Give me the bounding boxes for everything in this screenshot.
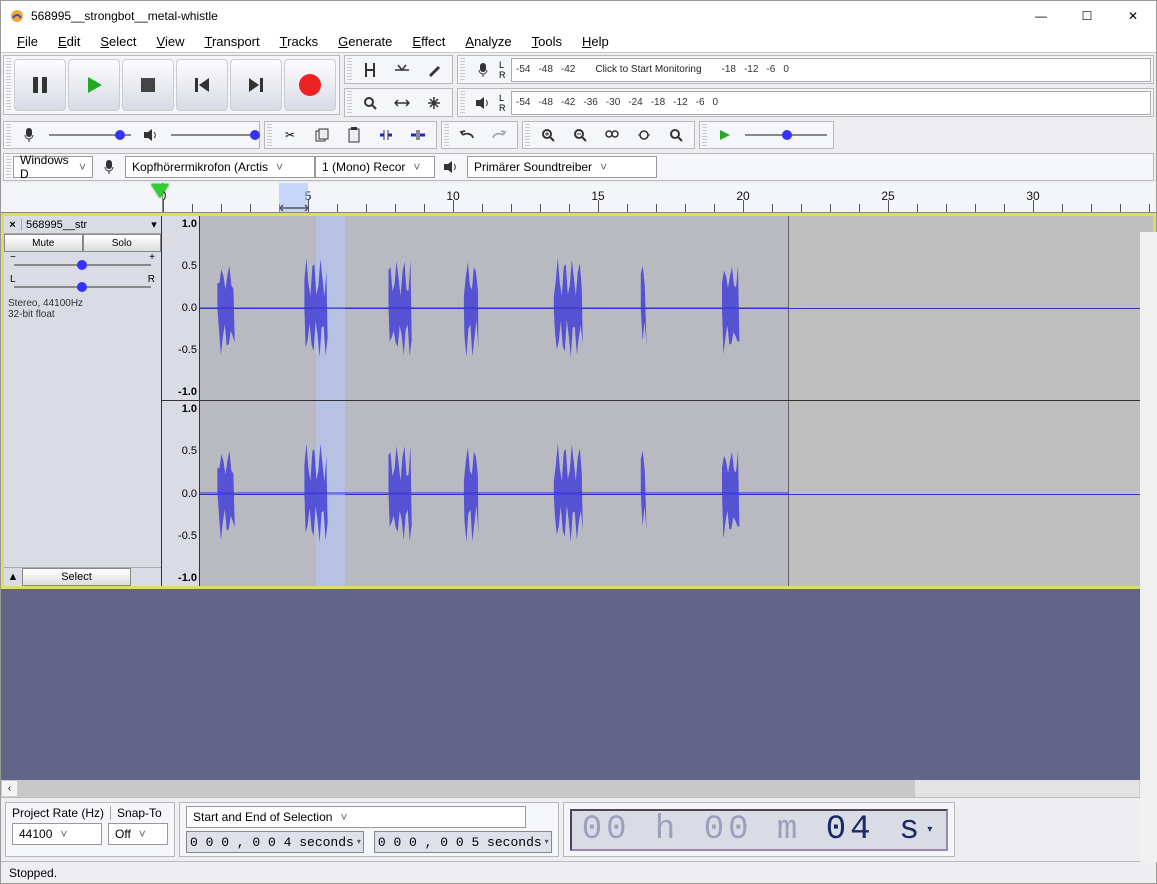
window-maximize[interactable]: ☐	[1064, 1, 1110, 31]
menu-tracks[interactable]: Tracks	[270, 32, 329, 51]
multi-tool[interactable]	[419, 90, 449, 116]
project-rate-combo[interactable]: 44100	[12, 823, 102, 845]
input-channels-combo[interactable]: 1 (Mono) Recor	[315, 156, 435, 178]
silence-button[interactable]	[403, 122, 433, 148]
paste-button[interactable]	[339, 122, 369, 148]
zoom-in-button[interactable]	[533, 122, 563, 148]
amplitude-scale: 1.00.50.0-0.5-1.0	[162, 401, 200, 586]
menu-tools[interactable]: Tools	[522, 32, 572, 51]
zoom-out-button[interactable]	[565, 122, 595, 148]
speaker-device-icon	[436, 154, 466, 180]
audio-host-combo[interactable]: Windows D	[13, 156, 93, 178]
play-lr-label: LR	[499, 93, 511, 113]
waveform-channel-2[interactable]	[200, 401, 1153, 586]
record-meter[interactable]: -54-48-42Click to Start Monitoring-18-12…	[511, 58, 1151, 82]
track-menu-button[interactable]: ▾	[147, 218, 161, 231]
mic-device-icon	[94, 154, 124, 180]
undo-button[interactable]	[452, 122, 482, 148]
zoom-tool[interactable]	[355, 90, 385, 116]
project-rate-label: Project Rate (Hz)	[12, 806, 104, 820]
snap-to-label: Snap-To	[117, 806, 162, 820]
menu-view[interactable]: View	[147, 32, 195, 51]
copy-button[interactable]	[307, 122, 337, 148]
menu-select[interactable]: Select	[90, 32, 146, 51]
menu-file[interactable]: File	[7, 32, 48, 51]
skip-end-button[interactable]	[230, 59, 282, 111]
app-icon	[9, 8, 25, 24]
input-device-combo[interactable]: Kopfhörermikrofon (Arctis	[125, 156, 315, 178]
selection-tool[interactable]	[355, 57, 385, 83]
v-scrollbar[interactable]	[1140, 232, 1157, 862]
timeline-ruler[interactable]: 051015202530	[163, 183, 1156, 212]
mute-button[interactable]: Mute	[4, 234, 83, 252]
mic-gain-icon	[14, 122, 44, 148]
menu-generate[interactable]: Generate	[328, 32, 402, 51]
menu-bar: FileEditSelectViewTransportTracksGenerat…	[1, 31, 1156, 53]
rec-mic-icon[interactable]	[468, 57, 498, 83]
speaker-gain-icon	[136, 122, 166, 148]
play-speaker-icon[interactable]	[468, 90, 498, 116]
menu-edit[interactable]: Edit	[48, 32, 90, 51]
play-gain-slider[interactable]	[167, 125, 257, 145]
window-title: 568995__strongbot__metal-whistle	[31, 9, 1018, 23]
play-speed-slider[interactable]	[741, 125, 831, 145]
h-scrollbar[interactable]: ‹ ›	[1, 780, 1156, 797]
pause-button[interactable]	[14, 59, 66, 111]
stop-button[interactable]	[122, 59, 174, 111]
play-meter[interactable]: -54-48-42-36-30-24-18-12-60	[511, 91, 1151, 115]
amplitude-scale: 1.00.50.0-0.5-1.0	[162, 216, 200, 400]
track-control-panel[interactable]: × 568995__str ▾ Mute Solo −+ LR Ster	[4, 216, 162, 586]
track-select-button[interactable]: Select	[22, 568, 131, 586]
snap-to-combo[interactable]: Off	[108, 823, 168, 845]
selection-start-field[interactable]: 0 0 0 , 0 0 4 seconds	[186, 831, 364, 853]
solo-button[interactable]: Solo	[83, 234, 162, 252]
window-close[interactable]: ✕	[1110, 1, 1156, 31]
redo-button[interactable]	[484, 122, 514, 148]
envelope-tool[interactable]	[387, 57, 417, 83]
window-minimize[interactable]: ―	[1018, 1, 1064, 31]
track-close-button[interactable]: ×	[4, 219, 22, 231]
output-device-combo[interactable]: Primärer Soundtreiber	[467, 156, 657, 178]
menu-help[interactable]: Help	[572, 32, 619, 51]
skip-start-button[interactable]	[176, 59, 228, 111]
selection-end-field[interactable]: 0 0 0 , 0 0 5 seconds	[374, 831, 552, 853]
menu-effect[interactable]: Effect	[402, 32, 455, 51]
time-display[interactable]: 00 h 00 m 04 s▾	[570, 809, 949, 851]
zoom-toggle-button[interactable]	[661, 122, 691, 148]
selection-mode-combo[interactable]: Start and End of Selection	[186, 806, 526, 828]
pan-slider[interactable]: LR	[10, 276, 155, 294]
status-text: Stopped.	[9, 866, 57, 880]
cut-button[interactable]: ✂	[275, 122, 305, 148]
track-collapse-button[interactable]: ▲	[4, 571, 22, 583]
track-name[interactable]: 568995__str	[22, 219, 147, 231]
fit-project-button[interactable]	[629, 122, 659, 148]
rec-lr-label: LR	[499, 60, 511, 80]
fit-selection-button[interactable]	[597, 122, 627, 148]
rec-gain-slider[interactable]	[45, 125, 135, 145]
track-format-info: Stereo, 44100Hz 32-bit float	[4, 296, 161, 322]
play-at-speed-button[interactable]	[710, 122, 740, 148]
trim-button[interactable]	[371, 122, 401, 148]
menu-analyze[interactable]: Analyze	[455, 32, 521, 51]
menu-transport[interactable]: Transport	[194, 32, 269, 51]
draw-tool[interactable]	[419, 57, 449, 83]
waveform-channel-1[interactable]	[200, 216, 1153, 400]
gain-slider[interactable]: −+	[10, 254, 155, 272]
record-button[interactable]	[284, 59, 336, 111]
timeshift-tool[interactable]	[387, 90, 417, 116]
play-button[interactable]	[68, 59, 120, 111]
